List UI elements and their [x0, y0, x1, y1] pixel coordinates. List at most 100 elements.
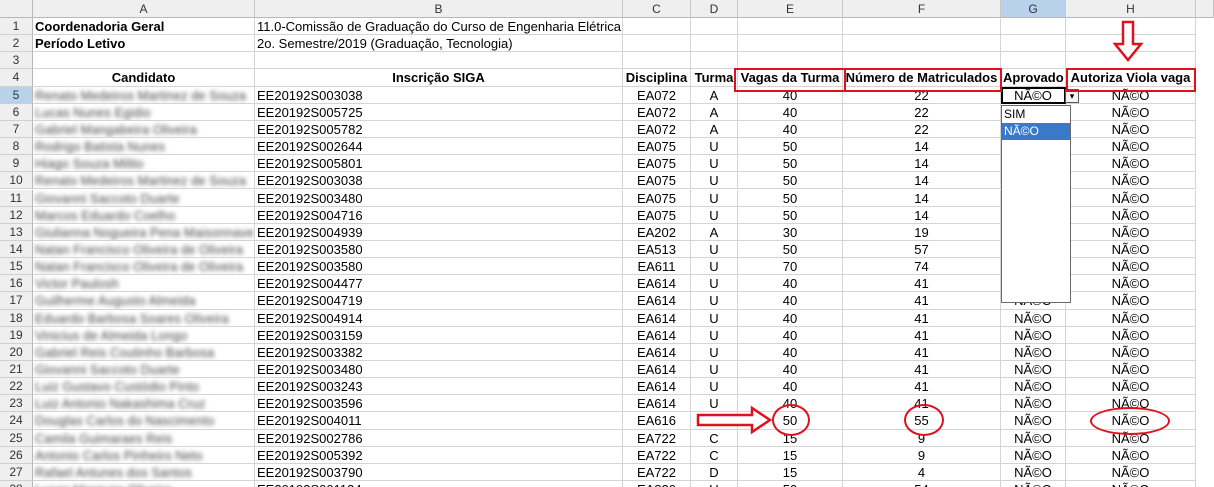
cell-vagas[interactable]: 40 — [738, 103, 843, 121]
cell-matriculados[interactable]: 57 — [843, 240, 1001, 259]
empty-cell[interactable] — [1066, 18, 1196, 36]
cell-turma[interactable]: U — [691, 378, 738, 396]
cell-vagas[interactable]: 15 — [738, 429, 843, 447]
cell-inscricao-siga[interactable]: EE20192S003243 — [255, 378, 623, 396]
cell-coordenadoria-label[interactable]: Coordenadoria Geral — [33, 18, 255, 36]
cell-matriculados[interactable]: 9 — [843, 429, 1001, 447]
cell-turma[interactable]: U — [691, 395, 738, 413]
row-header-13[interactable]: 13 — [0, 223, 33, 241]
cell-candidato[interactable]: Victor Paulosh — [33, 275, 255, 293]
cell-autoriza[interactable]: NÃ©O — [1066, 206, 1196, 224]
dropdown-toggle-button[interactable]: ▾ — [1065, 89, 1079, 103]
cell-turma[interactable]: C — [691, 446, 738, 464]
row-header-9[interactable]: 9 — [0, 155, 33, 173]
empty-cell[interactable] — [1066, 52, 1196, 70]
cell-vagas[interactable]: 40 — [738, 309, 843, 327]
cell-inscricao-siga[interactable]: EE20192S001134 — [255, 481, 623, 487]
cell-candidato[interactable]: Luiz Gustavo Custódio Pinto — [33, 378, 255, 396]
cell-turma[interactable]: U — [691, 240, 738, 259]
header-vagas-da-turma[interactable]: Vagas da Turma — [738, 69, 843, 87]
cell-autoriza[interactable]: NÃ©O — [1066, 138, 1196, 156]
cell-turma[interactable]: U — [691, 275, 738, 293]
empty-cell[interactable] — [623, 35, 691, 53]
cell-aprovado[interactable]: NÃ©O — [1001, 395, 1066, 413]
empty-cell[interactable] — [691, 18, 738, 36]
cell-disciplina[interactable]: EA611 — [623, 258, 691, 276]
cell-vagas[interactable]: 50 — [738, 138, 843, 156]
cell-vagas[interactable]: 40 — [738, 361, 843, 379]
cell-matriculados[interactable]: 14 — [843, 138, 1001, 156]
cell-autoriza[interactable]: NÃ©O — [1066, 258, 1196, 276]
cell-periodo-label[interactable]: Período Letivo — [33, 35, 255, 53]
cell-aprovado[interactable]: NÃ©O — [1001, 481, 1066, 487]
cell-matriculados[interactable]: 41 — [843, 361, 1001, 379]
cell-inscricao-siga[interactable]: EE20192S004477 — [255, 275, 623, 293]
cell-autoriza[interactable]: NÃ©O — [1066, 326, 1196, 344]
cell-vagas[interactable]: 70 — [738, 258, 843, 276]
cell-vagas[interactable]: 15 — [738, 446, 843, 464]
header-inscricao-siga[interactable]: Inscrição SIGA — [255, 69, 623, 87]
empty-cell[interactable] — [255, 52, 623, 70]
cell-disciplina[interactable]: EA722 — [623, 446, 691, 464]
header-aprovado[interactable]: Aprovado — [1001, 69, 1066, 87]
row-header-4[interactable]: 4 — [0, 69, 33, 87]
cell-inscricao-siga[interactable]: EE20192S002644 — [255, 138, 623, 156]
cell-aprovado[interactable]: NÃ©O — [1001, 326, 1066, 344]
cell-inscricao-siga[interactable]: EE20192S005725 — [255, 103, 623, 121]
empty-cell[interactable] — [738, 18, 843, 36]
cell-turma[interactable] — [691, 412, 738, 430]
cell-candidato[interactable]: Giovanni Saccoto Duarte — [33, 189, 255, 207]
row-header-19[interactable]: 19 — [0, 326, 33, 344]
cell-autoriza[interactable]: NÃ©O — [1066, 103, 1196, 121]
cell-matriculados[interactable]: 55 — [843, 412, 1001, 430]
row-header-12[interactable]: 12 — [0, 206, 33, 224]
cell-disciplina[interactable]: EA616 — [623, 412, 691, 430]
cell-matriculados[interactable]: 22 — [843, 103, 1001, 121]
cell-candidato[interactable]: Lucas Nunes Egidio — [33, 103, 255, 121]
cell-turma[interactable]: U — [691, 292, 738, 310]
cell-disciplina[interactable]: EA072 — [623, 86, 691, 104]
cell-aprovado[interactable]: NÃ©O — [1001, 343, 1066, 361]
cell-aprovado[interactable]: NÃ©O — [1001, 361, 1066, 379]
cell-turma[interactable]: U — [691, 189, 738, 207]
cell-turma[interactable]: U — [691, 138, 738, 156]
cell-candidato[interactable]: Camila Guimaraes Reis — [33, 429, 255, 447]
cell-disciplina[interactable]: EA072 — [623, 103, 691, 121]
header-numero-de-matriculados[interactable]: Número de Matriculados — [843, 69, 1001, 87]
header-disciplina[interactable]: Disciplina — [623, 69, 691, 87]
row-header-24[interactable]: 24 — [0, 412, 33, 430]
cell-autoriza[interactable]: NÃ©O — [1066, 120, 1196, 139]
cell-matriculados[interactable]: 41 — [843, 395, 1001, 413]
row-header-16[interactable]: 16 — [0, 275, 33, 293]
cell-matriculados[interactable]: 41 — [843, 326, 1001, 344]
empty-cell[interactable] — [691, 35, 738, 53]
header-autoriza-viola-vaga[interactable]: Autoriza Viola vaga — [1066, 69, 1196, 87]
row-header-11[interactable]: 11 — [0, 189, 33, 207]
cell-disciplina[interactable]: EA513 — [623, 240, 691, 259]
cell-turma[interactable]: U — [691, 326, 738, 344]
cell-candidato[interactable]: Lucas Marques Oliveira — [33, 481, 255, 487]
cell-matriculados[interactable]: 41 — [843, 292, 1001, 310]
cell-autoriza[interactable]: NÃ©O — [1066, 361, 1196, 379]
row-header-26[interactable]: 26 — [0, 446, 33, 464]
cell-disciplina[interactable]: EA820 — [623, 481, 691, 487]
cell-inscricao-siga[interactable]: EE20192S005782 — [255, 120, 623, 139]
cell-candidato[interactable]: Douglas Carlos do Nascimento — [33, 412, 255, 430]
cell-disciplina[interactable]: EA722 — [623, 429, 691, 447]
cell-vagas[interactable]: 40 — [738, 378, 843, 396]
empty-cell[interactable] — [843, 18, 1001, 36]
cell-inscricao-siga[interactable]: EE20192S004716 — [255, 206, 623, 224]
cell-autoriza[interactable]: NÃ©O — [1066, 86, 1196, 104]
row-header-5[interactable]: 5 — [0, 86, 33, 104]
row-header-27[interactable]: 27 — [0, 463, 33, 482]
cell-inscricao-siga[interactable]: EE20192S003038 — [255, 86, 623, 104]
cell-candidato[interactable]: Renato Medeiros Martinez de Souza — [33, 172, 255, 190]
empty-cell[interactable] — [843, 35, 1001, 53]
empty-cell[interactable] — [738, 35, 843, 53]
cell-autoriza[interactable]: NÃ©O — [1066, 309, 1196, 327]
cell-turma[interactable]: A — [691, 120, 738, 139]
cell-aprovado[interactable]: NÃ©O — [1001, 463, 1066, 482]
cell-disciplina[interactable]: EA072 — [623, 120, 691, 139]
cell-matriculados[interactable]: 41 — [843, 378, 1001, 396]
cell-inscricao-siga[interactable]: EE20192S003790 — [255, 463, 623, 482]
